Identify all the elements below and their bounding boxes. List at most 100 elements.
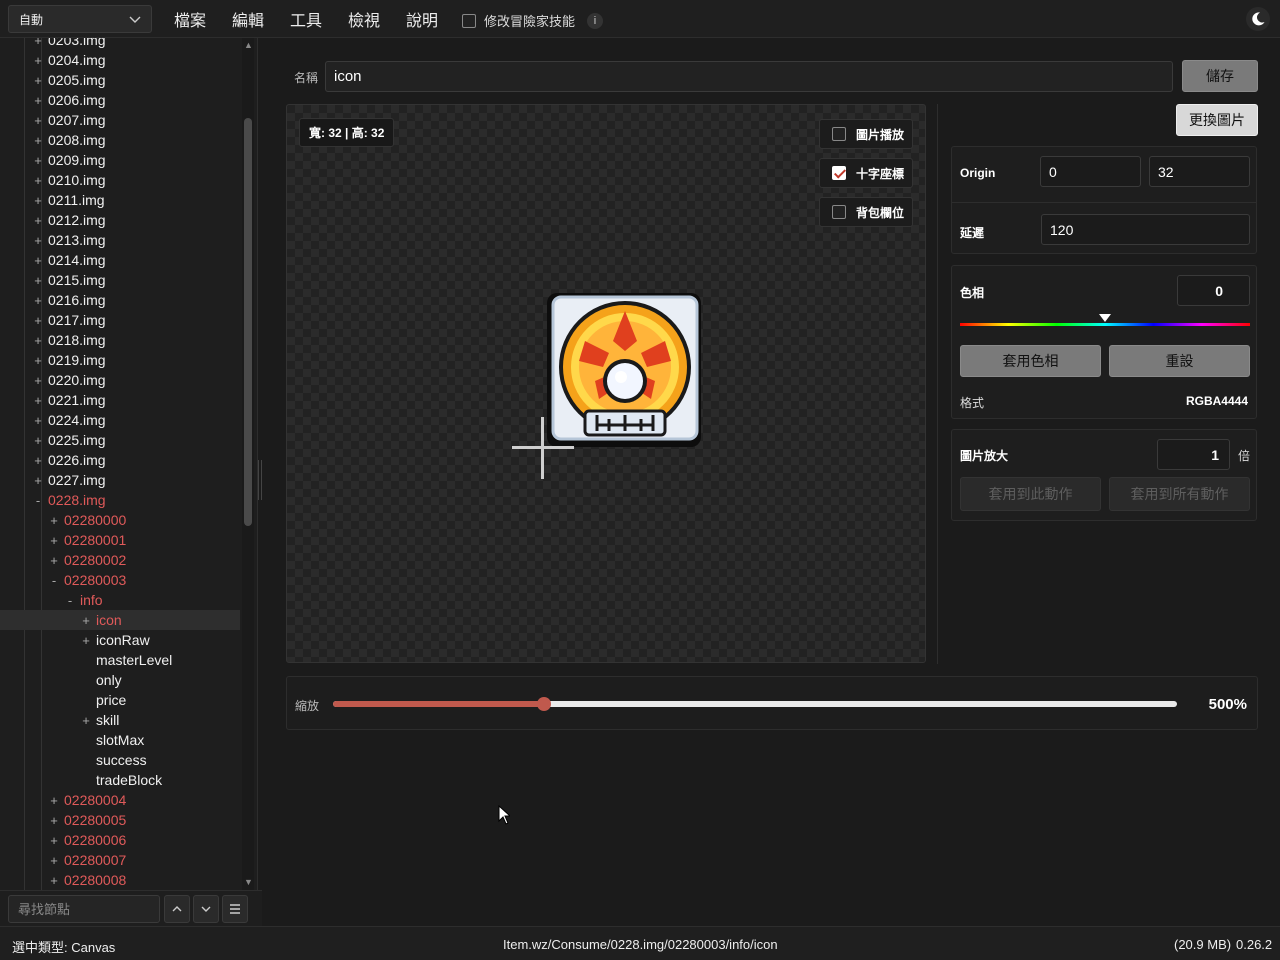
tree-item[interactable]: +02280000 (0, 510, 240, 530)
tree-item[interactable]: +0205.img (0, 70, 240, 90)
tree-item[interactable]: success (0, 750, 240, 770)
tree-item[interactable]: +0213.img (0, 230, 240, 250)
hue-slider-track[interactable] (960, 323, 1250, 326)
toggle-animation[interactable]: 圖片播放 (819, 119, 913, 149)
tree-item[interactable]: tradeBlock (0, 770, 240, 790)
expand-icon[interactable]: + (48, 553, 60, 568)
tree-item[interactable]: +0220.img (0, 370, 240, 390)
tree-item[interactable]: slotMax (0, 730, 240, 750)
tree-item[interactable]: +02280006 (0, 830, 240, 850)
tree-item[interactable]: - info (0, 590, 240, 610)
expand-icon[interactable]: + (80, 633, 92, 648)
image-canvas[interactable]: 寬: 32 | 高: 32 圖片播放 十字座標 背包欄位 (286, 104, 926, 663)
tree-item[interactable]: + iconRaw (0, 630, 240, 650)
search-next-button[interactable] (193, 895, 219, 923)
tree-item[interactable]: only (0, 670, 240, 690)
tree-item[interactable]: +0217.img (0, 310, 240, 330)
expand-icon[interactable]: + (32, 273, 44, 288)
expand-icon[interactable]: + (32, 313, 44, 328)
tree-item[interactable]: +0211.img (0, 190, 240, 210)
panel-splitter[interactable] (258, 460, 262, 500)
zoom-slider-track[interactable] (333, 697, 1177, 711)
expand-icon[interactable]: + (48, 833, 60, 848)
replace-image-button[interactable]: 更換圖片 (1176, 104, 1258, 136)
menu-edit[interactable]: 編輯 (232, 0, 264, 38)
tree-item[interactable]: +0225.img (0, 430, 240, 450)
toggle-inventory-slot[interactable]: 背包欄位 (819, 197, 913, 227)
tree-item[interactable]: +02280004 (0, 790, 240, 810)
scale-input[interactable]: 1 (1157, 439, 1230, 470)
reset-hue-button[interactable]: 重設 (1109, 345, 1250, 377)
expand-icon[interactable]: + (32, 93, 44, 108)
tree-item[interactable]: +0226.img (0, 450, 240, 470)
expand-icon[interactable]: + (32, 233, 44, 248)
tree-item[interactable]: +0212.img (0, 210, 240, 230)
tree-item[interactable]: +02280001 (0, 530, 240, 550)
hue-slider-thumb[interactable] (1099, 314, 1111, 322)
tree-item[interactable]: masterLevel (0, 650, 240, 670)
expand-icon[interactable]: + (32, 453, 44, 468)
expand-icon[interactable]: + (32, 353, 44, 368)
tree-item[interactable]: +0218.img (0, 330, 240, 350)
menu-file[interactable]: 檔案 (174, 0, 206, 38)
apply-this-action-button[interactable]: 套用到此動作 (960, 477, 1101, 511)
tree-item[interactable]: +0203.img (0, 38, 240, 50)
tree-item[interactable]: +02280005 (0, 810, 240, 830)
menu-view[interactable]: 檢視 (348, 0, 380, 38)
menu-tools[interactable]: 工具 (290, 0, 322, 38)
scroll-down-arrow-icon[interactable]: ▼ (244, 878, 253, 887)
tree-item[interactable]: + skill (0, 710, 240, 730)
collapse-icon[interactable]: - (48, 573, 60, 588)
save-button[interactable]: 儲存 (1182, 60, 1258, 92)
apply-hue-button[interactable]: 套用色相 (960, 345, 1101, 377)
hue-input[interactable]: 0 (1177, 275, 1250, 306)
menu-help[interactable]: 說明 (406, 0, 438, 38)
search-menu-button[interactable] (222, 895, 248, 923)
tree-item[interactable]: +0224.img (0, 410, 240, 430)
expand-icon[interactable]: + (32, 73, 44, 88)
apply-all-actions-button[interactable]: 套用到所有動作 (1109, 477, 1250, 511)
expand-icon[interactable]: + (80, 713, 92, 728)
tree-item[interactable]: -0228.img (0, 490, 240, 510)
scroll-up-arrow-icon[interactable]: ▲ (244, 41, 253, 50)
name-input[interactable] (325, 61, 1173, 92)
expand-icon[interactable]: + (48, 533, 60, 548)
expand-icon[interactable]: + (32, 173, 44, 188)
expand-icon[interactable]: + (32, 473, 44, 488)
tree-scrollbar[interactable]: ▲ ▼ (242, 38, 254, 890)
tree-item[interactable]: +0204.img (0, 50, 240, 70)
expand-icon[interactable]: + (32, 413, 44, 428)
inventory-slot-checkbox[interactable] (832, 205, 846, 219)
expand-icon[interactable]: + (48, 813, 60, 828)
expand-icon[interactable]: + (32, 38, 44, 48)
info-icon[interactable]: i (587, 12, 604, 29)
search-prev-button[interactable] (164, 895, 190, 923)
tree-scroll-thumb[interactable] (244, 118, 252, 526)
collapse-icon[interactable]: - (32, 493, 44, 508)
crosshair-checkbox[interactable] (832, 166, 846, 180)
expand-icon[interactable]: + (48, 873, 60, 888)
theme-toggle-button[interactable] (1246, 7, 1270, 31)
expand-icon[interactable]: + (32, 133, 44, 148)
tree-item[interactable]: +0210.img (0, 170, 240, 190)
expand-icon[interactable]: + (32, 213, 44, 228)
tree-item[interactable]: +0209.img (0, 150, 240, 170)
animation-checkbox[interactable] (832, 127, 846, 141)
expand-icon[interactable]: + (32, 393, 44, 408)
expand-icon[interactable]: + (32, 53, 44, 68)
adventurer-skill-checkbox[interactable] (462, 13, 476, 28)
collapse-icon[interactable]: - (64, 593, 76, 608)
toggle-crosshair[interactable]: 十字座標 (819, 158, 913, 188)
adventurer-skill-toggle[interactable]: 修改冒險家技能 i (462, 11, 604, 30)
expand-icon[interactable]: + (32, 113, 44, 128)
expand-icon[interactable]: + (32, 153, 44, 168)
expand-icon[interactable]: + (32, 253, 44, 268)
tree-item[interactable]: +0227.img (0, 470, 240, 490)
expand-icon[interactable]: + (32, 193, 44, 208)
tree-item[interactable]: + icon (0, 610, 240, 630)
tree-item[interactable]: +02280002 (0, 550, 240, 570)
expand-icon[interactable]: + (80, 613, 92, 628)
expand-icon[interactable]: + (32, 433, 44, 448)
expand-icon[interactable]: + (32, 373, 44, 388)
tree-item[interactable]: +0214.img (0, 250, 240, 270)
